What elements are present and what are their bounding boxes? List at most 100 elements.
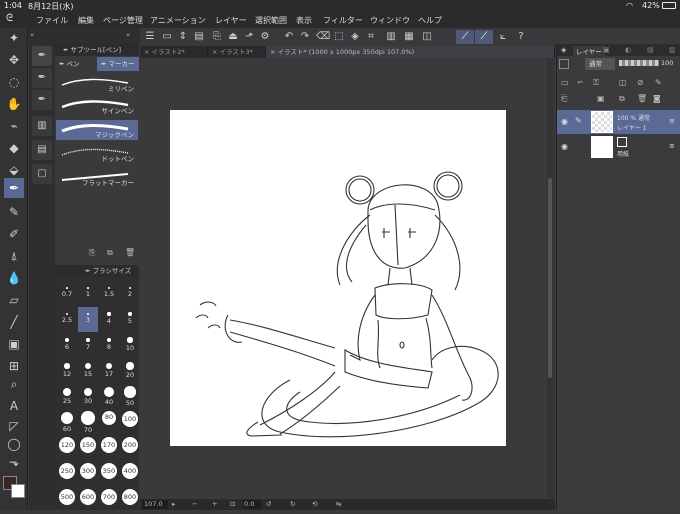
- brush-size-option[interactable]: 12: [57, 359, 77, 384]
- brush-size-option[interactable]: 350: [99, 463, 119, 488]
- menu-file[interactable]: ファイル: [36, 15, 68, 26]
- brush-size-option[interactable]: 100: [120, 411, 140, 436]
- brush-size-option[interactable]: 800: [120, 489, 140, 514]
- settings-icon[interactable]: ⚙: [258, 30, 272, 44]
- rotate-right-icon[interactable]: ↻: [290, 500, 295, 508]
- opacity-slider[interactable]: [619, 60, 659, 66]
- tool-blend[interactable]: 💧: [4, 268, 24, 288]
- brush-size-option[interactable]: 17: [99, 359, 119, 384]
- mask-icon[interactable]: ◫: [619, 78, 627, 87]
- new-file-icon[interactable]: ▭: [160, 30, 174, 44]
- tool-move[interactable]: ✥: [4, 50, 24, 70]
- brush-size-option[interactable]: 7: [78, 333, 98, 358]
- tool-pencil[interactable]: ✎: [4, 202, 24, 222]
- brush-item[interactable]: ミリペン: [56, 74, 138, 94]
- snap-icon[interactable]: ▥: [384, 30, 398, 44]
- brush-size-option[interactable]: 170: [99, 437, 119, 462]
- print-icon[interactable]: ⏏: [226, 30, 240, 44]
- tab-illust-active[interactable]: × イラスト* (1000 x 1000px 350dpi 107.0%): [266, 46, 555, 58]
- fit-icon[interactable]: ⊡: [230, 500, 235, 508]
- brush-size-option[interactable]: 300: [78, 463, 98, 488]
- mask-add-icon[interactable]: ◙: [653, 94, 661, 103]
- snap2-icon[interactable]: ▦: [402, 30, 416, 44]
- lock-icon[interactable]: ⚿: [593, 78, 599, 88]
- snap3-icon[interactable]: ◫: [420, 30, 434, 44]
- brush-size-option[interactable]: 2.5: [57, 307, 77, 332]
- copy-subtool-icon[interactable]: ⧉: [107, 248, 113, 258]
- panel-tab-icon[interactable]: ▤: [647, 46, 654, 54]
- open-icon[interactable]: ⇕: [176, 30, 190, 44]
- menu-view[interactable]: 表示: [296, 15, 312, 26]
- transform-icon[interactable]: ⬚: [332, 30, 346, 44]
- brush-size-option[interactable]: 120: [57, 437, 77, 462]
- menu-animation[interactable]: アニメーション: [150, 15, 206, 26]
- brush-size-option[interactable]: 60: [57, 411, 77, 436]
- new-raster-icon[interactable]: ⎗: [561, 94, 567, 104]
- merge-icon[interactable]: ⧉: [619, 94, 625, 104]
- menu-page[interactable]: ページ管理: [103, 15, 143, 26]
- subtool-group-extra[interactable]: ▥: [32, 116, 52, 136]
- brush-size-option[interactable]: 150: [78, 437, 98, 462]
- tool-eraser[interactable]: ▱: [4, 290, 24, 310]
- brush-item[interactable]: フラットマーカー: [56, 168, 138, 188]
- tool-airbrush[interactable]: ⍋: [4, 246, 24, 266]
- layer-action-icon[interactable]: ▭: [561, 78, 569, 87]
- zoom-out-icon[interactable]: −: [192, 500, 197, 508]
- tool-ruler[interactable]: ⬎: [4, 452, 24, 472]
- brush-size-option[interactable]: 70: [78, 411, 98, 436]
- crop-icon[interactable]: ⌗: [364, 30, 378, 44]
- tab-illust2[interactable]: × イラスト2*: [140, 46, 208, 58]
- brush-item[interactable]: サインペン: [56, 96, 138, 116]
- brush-size-option[interactable]: 6: [57, 333, 77, 358]
- brush-size-option[interactable]: 2: [120, 281, 140, 306]
- collapse-sub-icon[interactable]: «: [30, 31, 34, 39]
- subtool-tab-marker[interactable]: ✒ マーカー: [97, 57, 139, 71]
- brush-size-option[interactable]: 8: [99, 333, 119, 358]
- redo-icon[interactable]: ↷: [298, 30, 312, 44]
- scroll-thumb[interactable]: [548, 178, 552, 378]
- draft-icon[interactable]: ✎: [655, 78, 662, 87]
- ref-icon[interactable]: ⊘: [637, 78, 644, 87]
- layer-row-paper[interactable]: ◉ 用紙 ≡: [557, 135, 680, 159]
- tool-fill[interactable]: ◆: [4, 138, 24, 158]
- subtool-group-pen[interactable]: ✒: [32, 46, 52, 66]
- app-logo-icon[interactable]: ᘓ: [6, 13, 13, 24]
- brush-size-option[interactable]: 0.7: [57, 281, 77, 306]
- brush-size-option[interactable]: 250: [57, 463, 77, 488]
- layer-menu-icon[interactable]: ≡: [669, 117, 675, 125]
- subtool-group-extra3[interactable]: ▢: [32, 164, 52, 184]
- brush-size-option[interactable]: 600: [78, 489, 98, 514]
- tool-text[interactable]: A: [4, 396, 24, 416]
- brush-size-option[interactable]: 50: [120, 385, 140, 410]
- subtool-tab-pen[interactable]: ✒ ペン: [55, 57, 97, 71]
- brush-size-option[interactable]: 25: [57, 385, 77, 410]
- menu-window[interactable]: ウィンドウ: [370, 15, 410, 26]
- visibility-eye-icon[interactable]: ◉: [561, 142, 568, 151]
- tool-brush[interactable]: ✐: [4, 224, 24, 244]
- ruler-icon[interactable]: ⟀: [496, 30, 510, 44]
- brush-size-option[interactable]: 3: [78, 307, 98, 332]
- brush-size-option[interactable]: 40: [99, 385, 119, 410]
- blend-mode-select[interactable]: 通常: [585, 58, 615, 70]
- brush-size-option[interactable]: 4: [99, 307, 119, 332]
- brush-size-option[interactable]: 20: [120, 359, 140, 384]
- tool-pen[interactable]: ✒: [4, 178, 24, 198]
- brush-size-option[interactable]: 10: [120, 333, 140, 358]
- menu-selection[interactable]: 選択範囲: [255, 15, 287, 26]
- visibility-eye-icon[interactable]: ◉: [561, 117, 568, 126]
- menu-help[interactable]: ヘルプ: [418, 15, 442, 26]
- brush-size-option[interactable]: 30: [78, 385, 98, 410]
- tab-illust3[interactable]: × イラスト3*: [208, 46, 266, 58]
- reset-rotation-icon[interactable]: ⟲: [312, 500, 317, 508]
- tool-shape[interactable]: ▣: [4, 334, 24, 354]
- brush-item[interactable]: ドットペン: [56, 144, 138, 164]
- tool-eyedropper[interactable]: ⌁: [4, 116, 24, 136]
- menu-icon[interactable]: ☰: [143, 30, 157, 44]
- delete-subtool-icon[interactable]: 🗑: [125, 248, 135, 257]
- sub-color-swatch[interactable]: [11, 484, 25, 498]
- brush-item-active[interactable]: マジックペン: [56, 120, 138, 140]
- vertical-scrollbar[interactable]: [547, 58, 553, 498]
- brush-size-option[interactable]: 500: [57, 489, 77, 514]
- brush-size-option[interactable]: 80: [99, 411, 119, 436]
- clear-icon[interactable]: ⌫: [316, 30, 330, 44]
